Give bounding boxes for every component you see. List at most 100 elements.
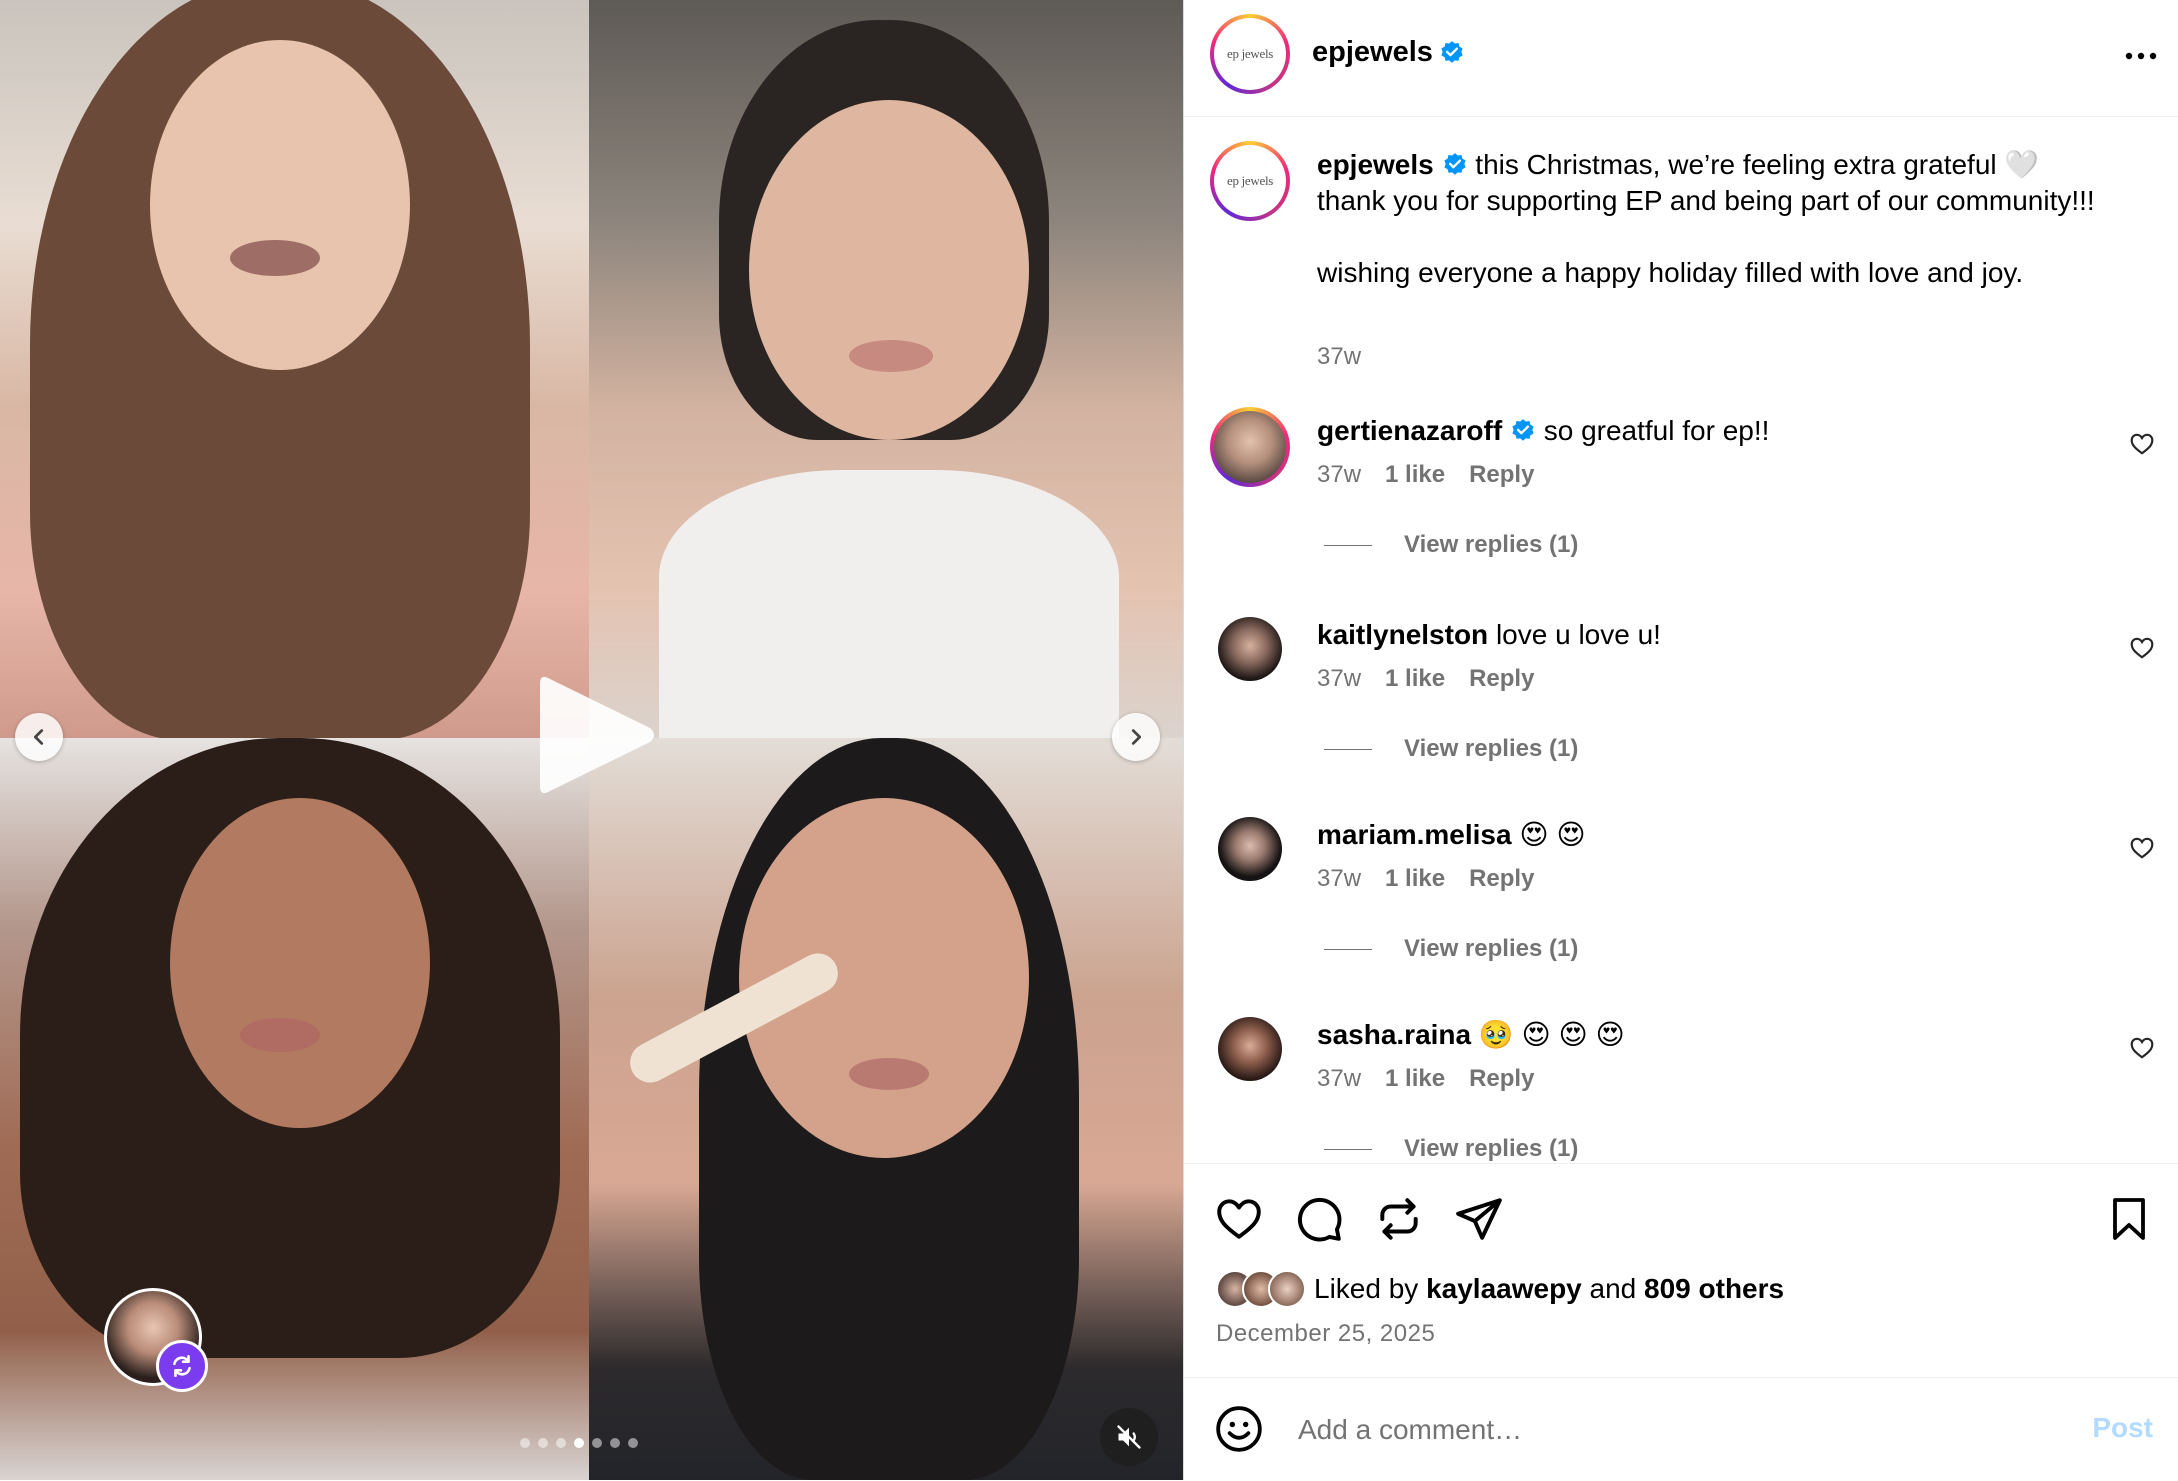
- view-replies-label: View replies (1): [1404, 531, 1579, 558]
- mute-button[interactable]: [1100, 1408, 1158, 1466]
- comment-text: mariam.melisa 😍 😍: [1317, 817, 1586, 853]
- video-tile-bottom-left: [0, 738, 589, 1480]
- comment-meta: 37w 1 like Reply: [1317, 1065, 1534, 1093]
- comments-section[interactable]: ep jewels epjewels this Christmas, we’re…: [1184, 117, 2178, 1163]
- brand-logo: ep jewels: [1226, 173, 1274, 188]
- more-icon[interactable]: [2123, 38, 2159, 74]
- comment-text: gertienazaroff so greatful for ep!!: [1317, 413, 1769, 449]
- play-icon[interactable]: [530, 668, 660, 802]
- share-icon[interactable]: [1454, 1194, 1504, 1244]
- comment-heart-icon[interactable]: [2129, 635, 2155, 661]
- comment-likes[interactable]: 1 like: [1385, 665, 1445, 693]
- reply-button[interactable]: Reply: [1469, 1065, 1534, 1093]
- view-replies-label: View replies (1): [1404, 935, 1579, 962]
- collab-icon: [173, 1354, 191, 1378]
- comment-username[interactable]: kaitlynelston: [1317, 619, 1488, 650]
- commenter-avatar[interactable]: [1218, 1017, 1282, 1081]
- comment-username[interactable]: mariam.melisa: [1317, 819, 1512, 850]
- caption-line-2: thank you for supporting EP and being pa…: [1317, 185, 2095, 216]
- comment-meta: 37w 1 like Reply: [1317, 461, 1534, 489]
- comment-username[interactable]: gertienazaroff: [1317, 415, 1502, 446]
- reply-button[interactable]: Reply: [1469, 865, 1534, 893]
- carousel-dot: [610, 1438, 620, 1448]
- collab-badge: [156, 1340, 208, 1392]
- liked-by-user[interactable]: kaylaawepy: [1426, 1273, 1582, 1305]
- liked-by: Liked by kaylaawepy and 809 others: [1216, 1270, 1784, 1308]
- caption-text: epjewels this Christmas, we’re feeling e…: [1317, 147, 2137, 291]
- brand-logo: ep jewels: [1226, 46, 1274, 61]
- carousel-dots: [520, 1438, 638, 1448]
- comment-body: love u love u!: [1495, 619, 1661, 650]
- chevron-left-icon: [33, 729, 44, 745]
- comment-time: 37w: [1317, 1065, 1362, 1092]
- liked-by-prefix: Liked by: [1314, 1273, 1419, 1304]
- comment-input[interactable]: [1296, 1406, 2040, 1454]
- view-replies-button[interactable]: View replies (1): [1324, 531, 1578, 559]
- liked-by-and: and: [1589, 1273, 1637, 1304]
- commenter-avatar[interactable]: [1218, 817, 1282, 881]
- comment-heart-icon[interactable]: [2129, 431, 2155, 457]
- view-replies-label: View replies (1): [1404, 735, 1579, 762]
- comment-body: so greatful for ep!!: [1543, 415, 1770, 446]
- verified-icon: [1443, 153, 1466, 175]
- carousel-prev-button[interactable]: [15, 713, 63, 761]
- replies-divider: [1324, 1148, 1372, 1150]
- replies-divider: [1324, 748, 1372, 750]
- emoji-icon[interactable]: [1214, 1404, 1264, 1454]
- view-replies-button[interactable]: View replies (1): [1324, 935, 1578, 963]
- comment-meta: 37w 1 like Reply: [1317, 865, 1534, 893]
- carousel-dot: [520, 1438, 530, 1448]
- view-replies-button[interactable]: View replies (1): [1324, 735, 1578, 763]
- carousel-dot: [538, 1438, 548, 1448]
- reply-button[interactable]: Reply: [1469, 665, 1534, 693]
- carousel-dot: [628, 1438, 638, 1448]
- caption-meta: 37w: [1317, 343, 1361, 371]
- mute-icon: [1117, 1425, 1141, 1449]
- comment-likes[interactable]: 1 like: [1385, 1065, 1445, 1093]
- comment-time: 37w: [1317, 461, 1362, 488]
- comment-text: kaitlynelston love u love u!: [1317, 617, 1661, 653]
- carousel-dot: [574, 1438, 584, 1448]
- verified-icon: [1512, 419, 1534, 441]
- post-date: December 25, 2025: [1216, 1320, 1436, 1347]
- comment-icon[interactable]: [1294, 1194, 1344, 1244]
- caption-avatar[interactable]: ep jewels: [1210, 141, 1290, 221]
- author-username[interactable]: epjewels: [1312, 36, 1433, 69]
- liker-avatars: [1216, 1270, 1306, 1308]
- caption-username[interactable]: epjewels: [1317, 149, 1434, 180]
- verified-icon: [1441, 40, 1463, 63]
- video-tile-top-left: [0, 0, 589, 738]
- replies-divider: [1324, 544, 1372, 546]
- comment-time: 37w: [1317, 865, 1362, 892]
- repost-icon[interactable]: [1374, 1194, 1424, 1244]
- author-avatar[interactable]: ep jewels: [1210, 14, 1290, 94]
- view-replies-button[interactable]: View replies (1): [1324, 1135, 1578, 1163]
- carousel-next-button[interactable]: [1112, 713, 1160, 761]
- video-tile-bottom-right: [589, 738, 1183, 1480]
- post-button[interactable]: Post: [2092, 1412, 2153, 1444]
- carousel-dot: [592, 1438, 602, 1448]
- commenter-avatar[interactable]: [1210, 407, 1290, 487]
- replies-divider: [1324, 948, 1372, 950]
- reply-button[interactable]: Reply: [1469, 461, 1534, 489]
- video-tile-top-right: [589, 0, 1183, 738]
- heart-icon[interactable]: [1214, 1194, 1264, 1244]
- comment-likes[interactable]: 1 like: [1385, 461, 1445, 489]
- liker-avatar: [1268, 1270, 1306, 1308]
- caption-line-3: wishing everyone a happy holiday filled …: [1317, 257, 2024, 288]
- comment-body: 😍 😍: [1519, 819, 1586, 850]
- comment-time: 37w: [1317, 665, 1362, 692]
- commenter-avatar[interactable]: [1218, 617, 1282, 681]
- action-bar: Liked by kaylaawepy and 809 others Decem…: [1184, 1163, 2178, 1377]
- post-media[interactable]: [0, 0, 1183, 1480]
- comment-likes[interactable]: 1 like: [1385, 865, 1445, 893]
- comment-username[interactable]: sasha.raina: [1317, 1019, 1471, 1050]
- carousel-dot: [556, 1438, 566, 1448]
- chevron-right-icon: [1131, 729, 1142, 745]
- comment-heart-icon[interactable]: [2129, 1035, 2155, 1061]
- post-panel: ep jewels epjewels ep jewels epjewels th…: [1183, 0, 2178, 1480]
- comment-text: sasha.raina 🥹 😍 😍 😍: [1317, 1017, 1625, 1053]
- comment-heart-icon[interactable]: [2129, 835, 2155, 861]
- bookmark-icon[interactable]: [2105, 1194, 2153, 1244]
- liked-by-others[interactable]: 809 others: [1644, 1273, 1784, 1305]
